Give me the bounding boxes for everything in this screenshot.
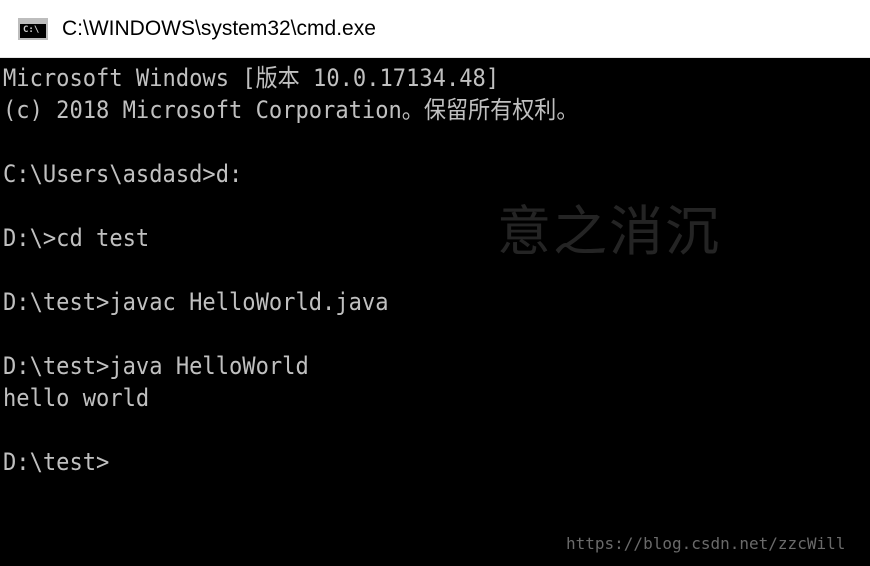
cmd-icon-bar	[20, 19, 46, 24]
console-line-version: Microsoft Windows [版本 10.0.17134.48]	[3, 64, 500, 92]
title-bar[interactable]: C:\ C:\WINDOWS\system32\cmd.exe	[0, 0, 870, 58]
console-line-java-run: D:\test>java HelloWorld	[3, 352, 309, 380]
console-line-change-drive: C:\Users\asdasd>d:	[3, 160, 243, 188]
console-prompt[interactable]: D:\test>	[3, 446, 109, 478]
console-line-program-output: hello world	[3, 384, 150, 412]
cmd-icon-glyph: C:\	[23, 24, 40, 35]
console-line-javac: D:\test>javac HelloWorld.java	[3, 288, 389, 316]
console-line-copyright: (c) 2018 Microsoft Corporation。保留所有权利。	[3, 96, 579, 124]
console-output[interactable]: Microsoft Windows [版本 10.0.17134.48] (c)…	[0, 60, 870, 566]
watermark-overlay-text: 意之消沉	[497, 200, 721, 263]
window-title: C:\WINDOWS\system32\cmd.exe	[62, 16, 376, 40]
cmd-prompt-icon[interactable]: C:\	[18, 17, 48, 40]
watermark-source-url: https://blog.csdn.net/zzcWill	[566, 534, 846, 553]
cmd-window: C:\ C:\WINDOWS\system32\cmd.exe Microsof…	[0, 0, 870, 566]
console-line-cd-test: D:\>cd test	[3, 224, 150, 252]
